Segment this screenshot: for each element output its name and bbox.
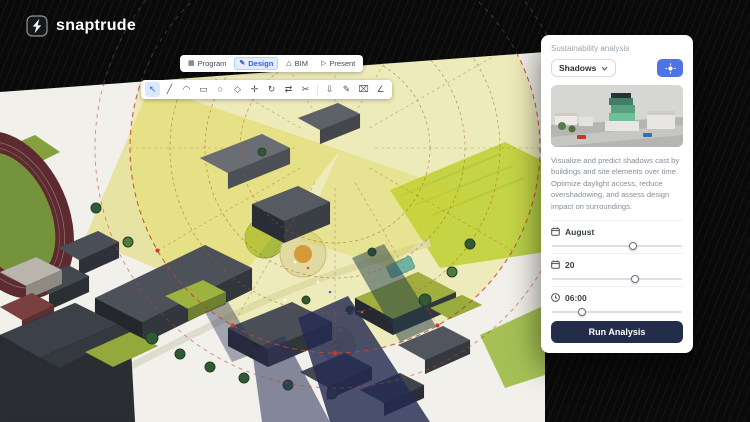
shadow-analysis-button[interactable]	[657, 59, 683, 77]
snaptrude-logo[interactable]	[26, 15, 48, 37]
import-tool-icon[interactable]: ⇩	[322, 82, 337, 97]
tab-design-label: Design	[248, 59, 273, 68]
annotate-tool-icon[interactable]: ✎	[339, 82, 354, 97]
drawing-toolbar: ↖ ╱ ◠ ▭ ○ ◇ ✛ ↻ ⇄ ✂ ⇩ ✎ ⌧ ∠	[141, 80, 392, 99]
panel-title: Sustainability analysis	[551, 44, 683, 53]
pencil-icon: ✎	[239, 60, 245, 67]
run-analysis-button[interactable]: Run Analysis	[551, 321, 683, 343]
move-tool-icon[interactable]: ✛	[247, 82, 262, 97]
split-tool-icon[interactable]: ✂	[298, 82, 313, 97]
brand-name: snaptrude	[56, 17, 136, 35]
calendar-icon	[551, 260, 560, 269]
analysis-type-dropdown[interactable]: Shadows	[551, 59, 616, 77]
day-slider-handle[interactable]	[631, 275, 639, 283]
toolbar-divider	[317, 84, 318, 95]
time-slider-handle[interactable]	[578, 308, 586, 316]
day-slider[interactable]	[552, 278, 682, 280]
erase-tool-icon[interactable]: ⌧	[356, 82, 371, 97]
analysis-preview-image	[551, 85, 683, 147]
analysis-type-value: Shadows	[559, 63, 596, 73]
month-label: August	[565, 227, 594, 237]
mode-tabs: ▦ Program ✎ Design △ BIM ▷ Present	[180, 55, 363, 72]
tab-bim[interactable]: △ BIM	[281, 57, 313, 70]
rotate-tool-icon[interactable]: ↻	[264, 82, 279, 97]
tab-design[interactable]: ✎ Design	[234, 57, 278, 70]
time-control: 06:00	[551, 286, 683, 313]
month-slider[interactable]	[552, 245, 682, 247]
tab-present[interactable]: ▷ Present	[316, 57, 360, 70]
clock-icon	[551, 293, 560, 302]
brand-header: snaptrude	[26, 15, 136, 37]
arc-tool-icon[interactable]: ◠	[179, 82, 194, 97]
play-icon: ▷	[321, 60, 326, 67]
flip-tool-icon[interactable]: ⇄	[281, 82, 296, 97]
month-slider-handle[interactable]	[629, 242, 637, 250]
sun-icon	[665, 63, 676, 74]
line-tool-icon[interactable]: ╱	[162, 82, 177, 97]
grid-icon: ▦	[188, 60, 195, 67]
month-control: August	[551, 220, 683, 247]
analysis-description: Visualize and predict shadows cast by bu…	[551, 155, 683, 212]
calendar-icon	[551, 227, 560, 236]
day-control: 20	[551, 253, 683, 280]
tab-present-label: Present	[329, 59, 355, 68]
tab-program[interactable]: ▦ Program	[183, 57, 231, 70]
rectangle-tool-icon[interactable]: ▭	[196, 82, 211, 97]
select-tool-icon[interactable]: ↖	[145, 82, 160, 97]
measure-tool-icon[interactable]: ∠	[373, 82, 388, 97]
time-label: 06:00	[565, 293, 587, 303]
tab-program-label: Program	[198, 59, 227, 68]
tab-bim-label: BIM	[295, 59, 308, 68]
circle-tool-icon[interactable]: ○	[213, 82, 228, 97]
day-label: 20	[565, 260, 574, 270]
sustainability-panel: Sustainability analysis Shadows	[541, 35, 693, 353]
triangle-icon: △	[286, 60, 291, 67]
chevron-down-icon	[601, 66, 608, 71]
time-slider[interactable]	[552, 311, 682, 313]
polygon-tool-icon[interactable]: ◇	[230, 82, 245, 97]
